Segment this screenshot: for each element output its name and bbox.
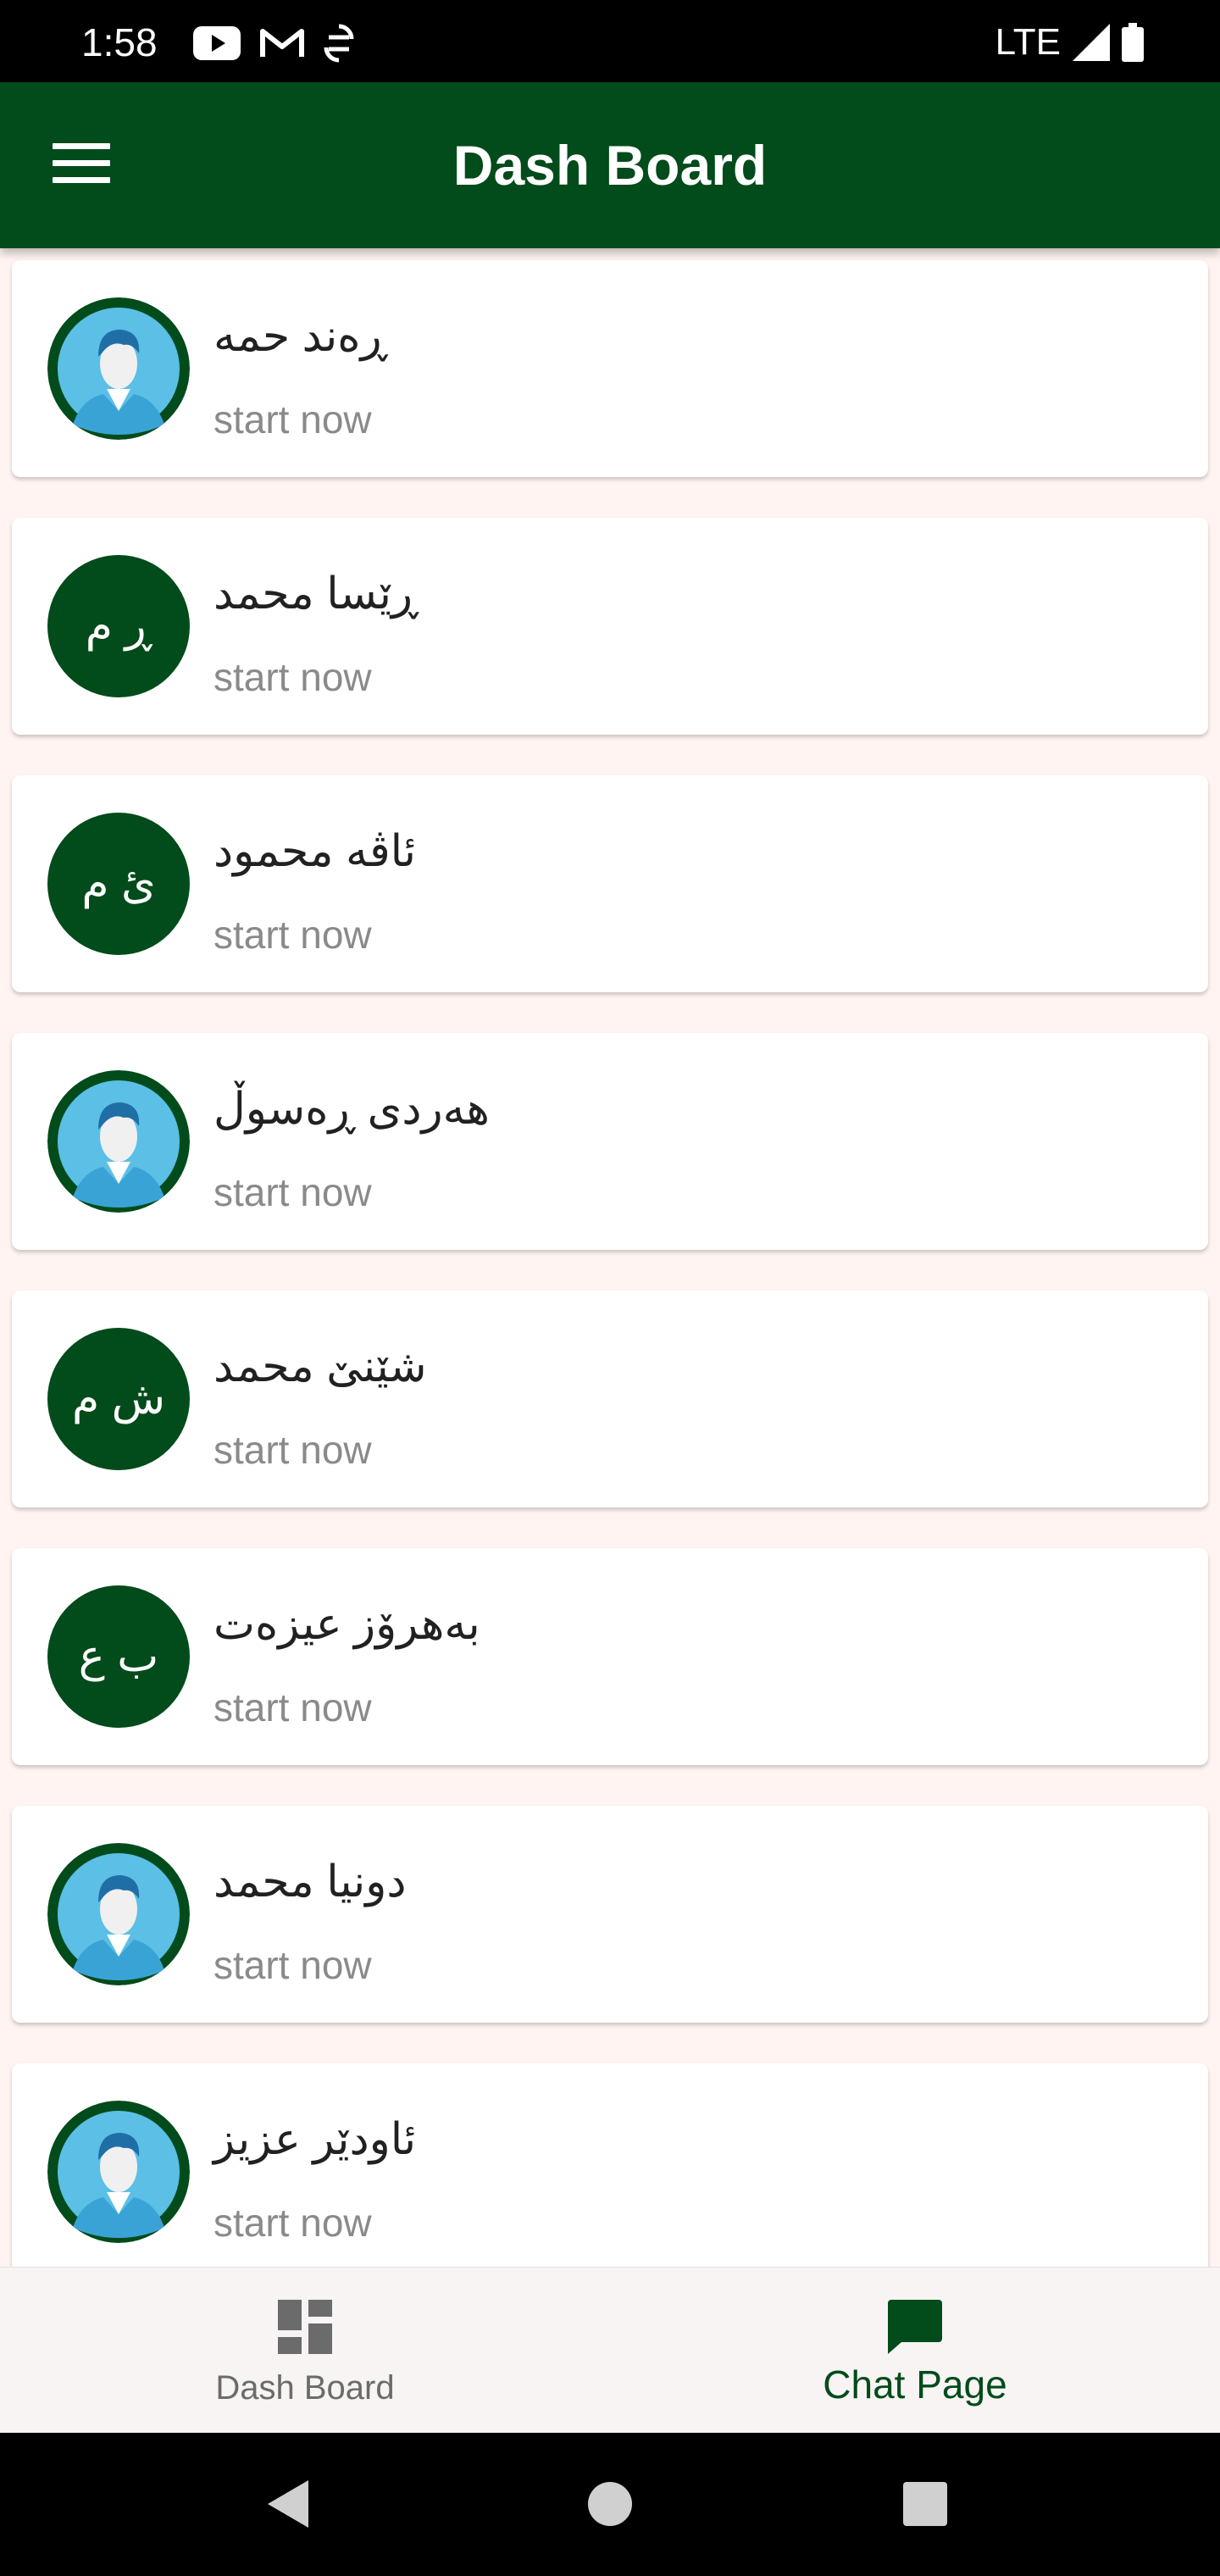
contact-name: هەردی ڕەسوڵ	[214, 1085, 490, 1134]
status-bar: 1:58 LTE	[0, 0, 1220, 82]
chat-icon	[888, 2300, 942, 2354]
bottom-navigation: Dash Board Chat Page	[0, 2267, 1220, 2434]
contact-name: ڕەند حمە	[214, 312, 388, 361]
contact-subtitle: start now	[214, 655, 372, 699]
contact-card[interactable]: ئاودێر عزیز start now	[12, 2063, 1208, 2267]
person-avatar-icon	[47, 2101, 190, 2243]
status-time: 1:58	[81, 20, 158, 64]
contact-name: ئاودێر عزیز	[214, 2115, 417, 2164]
avatar-initials: ش م	[47, 1328, 190, 1470]
contact-name: ئاڤە محمود	[214, 827, 417, 876]
contact-list[interactable]: ڕەند حمە start now ڕ م ڕێسا محمد start n…	[0, 248, 1220, 2267]
contact-card[interactable]: ڕەند حمە start now	[12, 260, 1208, 477]
contact-card[interactable]: ب ع بەهرۆز عیزەت start now	[12, 1548, 1208, 1765]
sim-icon	[324, 24, 354, 63]
contact-subtitle: start now	[214, 1170, 372, 1214]
recents-icon[interactable]	[896, 2475, 954, 2533]
avatar-photo	[47, 1070, 190, 1213]
contact-subtitle: start now	[214, 1685, 372, 1729]
gmail-icon	[260, 29, 304, 57]
nav-item-chat[interactable]: Chat Page	[610, 2268, 1220, 2434]
battery-icon	[1122, 23, 1144, 62]
contact-name: شێنێ محمد	[214, 1342, 427, 1391]
contact-name: ڕێسا محمد	[214, 569, 419, 619]
contact-subtitle: start now	[214, 397, 372, 441]
person-avatar-icon	[47, 1843, 190, 1985]
avatar-photo	[47, 1843, 190, 1985]
nav-label-chat: Chat Page	[823, 2362, 1007, 2407]
contact-subtitle: start now	[214, 913, 372, 957]
avatar-initials: ب ع	[47, 1585, 190, 1728]
signal-icon	[1073, 24, 1110, 61]
home-icon[interactable]	[581, 2475, 639, 2533]
contact-subtitle: start now	[214, 1428, 372, 1472]
avatar-photo	[47, 297, 190, 440]
person-avatar-icon	[47, 1070, 190, 1213]
contact-subtitle: start now	[214, 1943, 372, 1987]
contact-card[interactable]: ڕ م ڕێسا محمد start now	[12, 518, 1208, 735]
youtube-icon	[193, 26, 241, 60]
dashboard-icon	[278, 2300, 332, 2354]
avatar-photo	[47, 2101, 190, 2243]
contact-name: بەهرۆز عیزەت	[214, 1600, 480, 1649]
system-navigation-bar	[0, 2433, 1220, 2576]
contact-card[interactable]: ئ م ئاڤە محمود start now	[12, 775, 1208, 992]
contact-name: دونیا محمد	[214, 1857, 407, 1907]
nav-label-dashboard: Dash Board	[215, 2369, 395, 2407]
avatar-initials: ئ م	[47, 813, 190, 955]
contact-card[interactable]: هەردی ڕەسوڵ start now	[12, 1033, 1208, 1250]
notification-icons	[193, 21, 354, 65]
person-avatar-icon	[47, 297, 190, 440]
app-bar: Dash Board	[0, 82, 1220, 248]
back-icon[interactable]	[261, 2475, 319, 2533]
nav-item-dashboard[interactable]: Dash Board	[0, 2268, 610, 2434]
contact-subtitle: start now	[214, 2201, 372, 2245]
status-right: LTE	[995, 19, 1144, 66]
contact-card[interactable]: ش م شێنێ محمد start now	[12, 1291, 1208, 1507]
network-type: LTE	[995, 21, 1061, 63]
contact-card[interactable]: دونیا محمد start now	[12, 1806, 1208, 2023]
avatar-initials: ڕ م	[47, 555, 190, 697]
page-title: Dash Board	[452, 134, 768, 197]
